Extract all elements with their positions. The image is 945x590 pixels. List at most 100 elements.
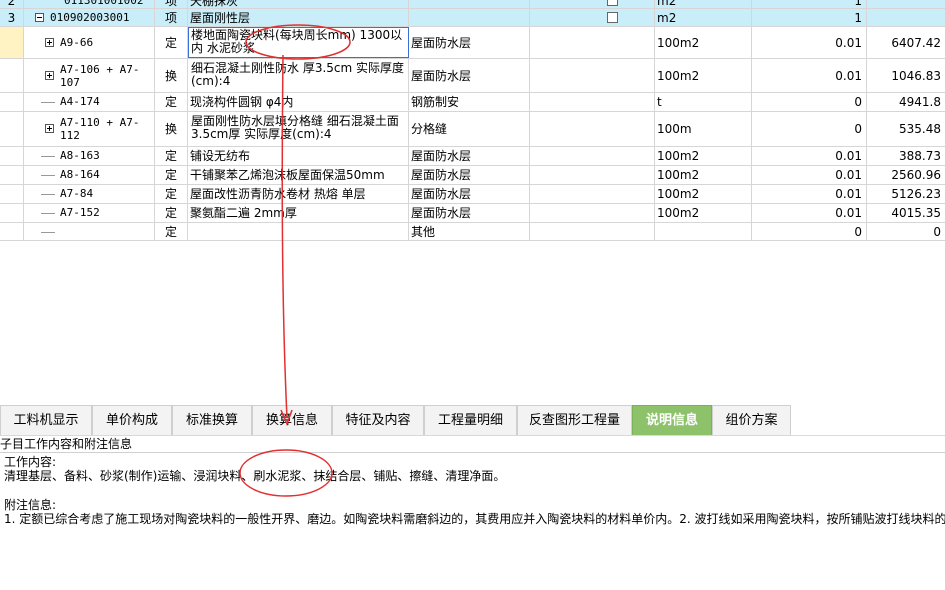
tree-line bbox=[41, 194, 55, 195]
row-spec: 屋面防水层 bbox=[409, 185, 530, 203]
note-label: 附注信息: bbox=[4, 498, 57, 512]
table-row[interactable]: A7-110 + A7-112 换 屋面刚性防水层填分格缝 细石混凝土面3.5c… bbox=[0, 112, 945, 147]
tab-unit-price[interactable]: 单价构成 bbox=[92, 405, 172, 435]
row-price: 5126.23 bbox=[891, 187, 941, 201]
row-qty: 0.01 bbox=[752, 59, 867, 92]
row-name: 屋面改性沥青防水卷材 热熔 单层 bbox=[188, 185, 409, 203]
row-type: 项 bbox=[155, 9, 188, 26]
row-type: 项 bbox=[155, 0, 188, 8]
row-qty: 1 bbox=[752, 0, 867, 8]
row-number bbox=[0, 223, 24, 240]
row-unit: m2 bbox=[655, 0, 752, 8]
tree-line bbox=[41, 175, 55, 176]
row-unit: 100m2 bbox=[655, 166, 752, 184]
tab-materials[interactable]: 工料机显示 bbox=[0, 405, 92, 435]
tab-conversion-info[interactable]: 换算信息 bbox=[252, 405, 332, 435]
table-row[interactable]: A9-66 定 楼地面陶瓷块料(每块周长mm) 1300以内 水泥砂浆 屋面防水… bbox=[0, 27, 945, 59]
row-type: 定 bbox=[155, 204, 188, 222]
row-price: 2560.96 bbox=[891, 168, 941, 182]
row-flag-cell bbox=[530, 27, 655, 58]
row-number bbox=[0, 204, 24, 222]
table-row[interactable]: A8-163 定 铺设无纺布 屋面防水层 100m2 0.01 388.73 bbox=[0, 147, 945, 166]
row-number bbox=[0, 166, 24, 184]
row-name: 聚氨酯二遍 2mm厚 bbox=[188, 204, 409, 222]
table-row[interactable]: A7-152 定 聚氨酯二遍 2mm厚 屋面防水层 100m2 0.01 401… bbox=[0, 204, 945, 223]
row-qty: 0.01 bbox=[752, 185, 867, 203]
tree-line bbox=[41, 102, 55, 103]
row-spec: 分格缝 bbox=[409, 112, 530, 146]
tab-quantity-detail[interactable]: 工程量明细 bbox=[424, 405, 517, 435]
row-checkbox[interactable] bbox=[607, 12, 618, 23]
row-price: 0 bbox=[933, 225, 941, 239]
row-flag-cell bbox=[530, 204, 655, 222]
row-price bbox=[867, 9, 945, 26]
note-text: 1. 定额已综合考虑了施工现场对陶瓷块料的一般性开界、磨边。如陶瓷块料需磨斜边的… bbox=[4, 512, 945, 526]
row-type: 定 bbox=[155, 223, 188, 240]
row-qty: 0.01 bbox=[752, 204, 867, 222]
row-number bbox=[0, 93, 24, 111]
table-row[interactable]: A4-174 定 现浇构件圆钢 φ4内 钢筋制安 t 0 4941.8 bbox=[0, 93, 945, 112]
table-row[interactable]: 2 011301001002 项 天棚抹灰 m2 1 bbox=[0, 0, 945, 9]
expand-icon[interactable] bbox=[45, 124, 54, 133]
table-row[interactable]: A7-106 + A7-107 换 细石混凝土刚性防水 厚3.5cm 实际厚度(… bbox=[0, 59, 945, 93]
row-name: 细石混凝土刚性防水 厚3.5cm 实际厚度(cm):4 bbox=[188, 59, 409, 92]
row-unit: t bbox=[655, 93, 752, 111]
row-number: 3 bbox=[0, 9, 24, 26]
row-price bbox=[867, 0, 945, 8]
row-price: 4015.35 bbox=[891, 206, 941, 220]
expand-icon[interactable] bbox=[45, 71, 54, 80]
row-type: 定 bbox=[155, 166, 188, 184]
tree-line bbox=[41, 213, 55, 214]
table-row[interactable]: A7-84 定 屋面改性沥青防水卷材 热熔 单层 屋面防水层 100m2 0.0… bbox=[0, 185, 945, 204]
row-type: 换 bbox=[155, 112, 188, 146]
tab-features[interactable]: 特征及内容 bbox=[332, 405, 424, 435]
tab-standard-conversion[interactable]: 标准换算 bbox=[172, 405, 252, 435]
row-price: 388.73 bbox=[899, 149, 941, 163]
expand-icon[interactable] bbox=[45, 38, 54, 47]
row-name bbox=[188, 223, 409, 240]
tree-line bbox=[41, 156, 55, 157]
collapse-icon[interactable] bbox=[35, 13, 44, 22]
row-unit: 100m2 bbox=[655, 204, 752, 222]
row-qty: 0 bbox=[752, 223, 867, 240]
row-unit: 100m2 bbox=[655, 27, 752, 58]
row-qty: 0 bbox=[752, 93, 867, 111]
row-price: 6407.42 bbox=[891, 36, 941, 50]
row-qty: 0.01 bbox=[752, 27, 867, 58]
row-number bbox=[0, 112, 24, 146]
row-name: 铺设无纺布 bbox=[188, 147, 409, 165]
row-type: 定 bbox=[155, 147, 188, 165]
row-name: 干铺聚苯乙烯泡沫板屋面保温50mm bbox=[188, 166, 409, 184]
work-content-text: 清理基层、备料、砂浆(制作)运输、浸润块料、刷水泥浆、抹结合层、铺贴、擦缝、清理… bbox=[4, 469, 506, 483]
row-code: A7-110 + A7-112 bbox=[24, 112, 155, 146]
row-qty: 0 bbox=[752, 112, 867, 146]
row-flag-cell bbox=[530, 59, 655, 92]
row-type: 定 bbox=[155, 185, 188, 203]
row-flag-cell bbox=[530, 0, 655, 8]
tab-description[interactable]: 说明信息 bbox=[632, 405, 712, 435]
row-type: 换 bbox=[155, 59, 188, 92]
row-spec bbox=[409, 9, 530, 26]
row-name[interactable]: 楼地面陶瓷块料(每块周长mm) 1300以内 水泥砂浆 bbox=[188, 27, 409, 58]
tab-pricing-scheme[interactable]: 组价方案 bbox=[712, 405, 791, 435]
detail-tab-bar: 工料机显示 单价构成 标准换算 换算信息 特征及内容 工程量明细 反查图形工程量… bbox=[0, 405, 945, 436]
row-flag-cell bbox=[530, 166, 655, 184]
row-unit: m2 bbox=[655, 9, 752, 26]
row-number bbox=[0, 147, 24, 165]
row-qty: 1 bbox=[752, 9, 867, 26]
row-spec: 屋面防水层 bbox=[409, 204, 530, 222]
row-flag-cell bbox=[530, 223, 655, 240]
table-row[interactable]: A8-164 定 干铺聚苯乙烯泡沫板屋面保温50mm 屋面防水层 100m2 0… bbox=[0, 166, 945, 185]
row-spec: 其他 bbox=[409, 223, 530, 240]
row-unit: 100m2 bbox=[655, 59, 752, 92]
tab-graphic-quantity[interactable]: 反查图形工程量 bbox=[517, 405, 632, 435]
row-qty: 0.01 bbox=[752, 166, 867, 184]
table-row[interactable]: 定 其他 0 0 bbox=[0, 223, 945, 241]
row-price: 1046.83 bbox=[891, 69, 941, 83]
row-number bbox=[0, 185, 24, 203]
table-row[interactable]: 3 010902003001 项 屋面刚性层 m2 1 bbox=[0, 9, 945, 27]
panel-title: 子目工作内容和附注信息 bbox=[0, 436, 945, 453]
row-name: 屋面刚性层 bbox=[188, 9, 409, 26]
row-checkbox[interactable] bbox=[607, 0, 618, 6]
row-unit bbox=[655, 223, 752, 240]
